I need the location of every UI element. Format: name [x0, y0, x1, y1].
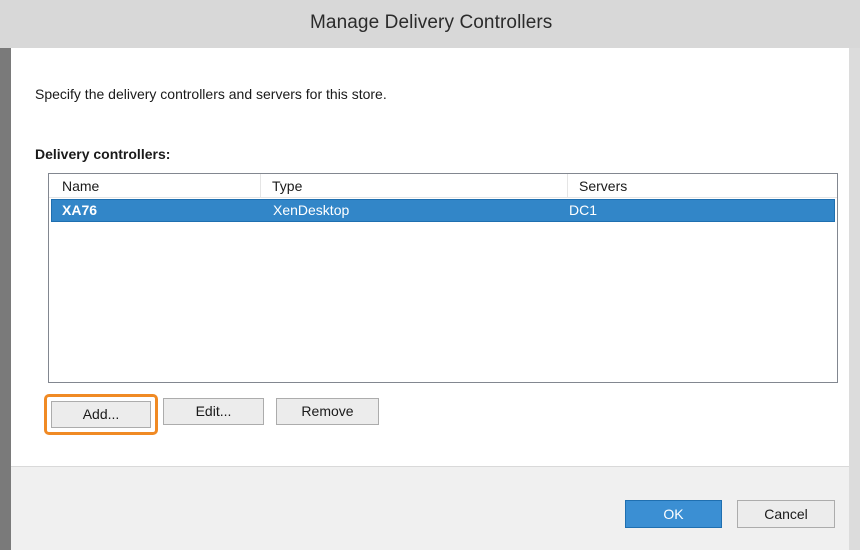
column-header-name[interactable]: Name	[49, 174, 260, 198]
delivery-controllers-list[interactable]: Name Type Servers XA76 XenDesktop DC1	[48, 173, 838, 383]
delivery-controllers-label: Delivery controllers:	[35, 146, 171, 162]
list-header: Name Type Servers	[49, 174, 837, 198]
add-button[interactable]: Add...	[51, 401, 151, 428]
right-window-frame	[849, 48, 860, 550]
remove-button[interactable]: Remove	[276, 398, 379, 425]
cancel-button[interactable]: Cancel	[737, 500, 835, 528]
dialog-footer: OK Cancel	[11, 466, 849, 550]
column-header-type[interactable]: Type	[260, 174, 567, 198]
dialog-content: Specify the delivery controllers and ser…	[11, 48, 849, 466]
column-header-servers[interactable]: Servers	[567, 174, 837, 198]
ok-button[interactable]: OK	[625, 500, 722, 528]
manage-delivery-controllers-dialog: Manage Delivery Controllers Specify the …	[0, 0, 860, 550]
list-row-selected[interactable]: XA76 XenDesktop DC1	[51, 199, 835, 222]
title-bar: Manage Delivery Controllers	[0, 0, 860, 48]
left-window-frame	[0, 48, 11, 550]
edit-button[interactable]: Edit...	[163, 398, 264, 425]
description-text: Specify the delivery controllers and ser…	[35, 86, 387, 102]
cell-type: XenDesktop	[273, 202, 350, 218]
dialog-title: Manage Delivery Controllers	[310, 12, 553, 33]
cell-servers: DC1	[569, 202, 598, 218]
cell-name: XA76	[62, 202, 98, 218]
